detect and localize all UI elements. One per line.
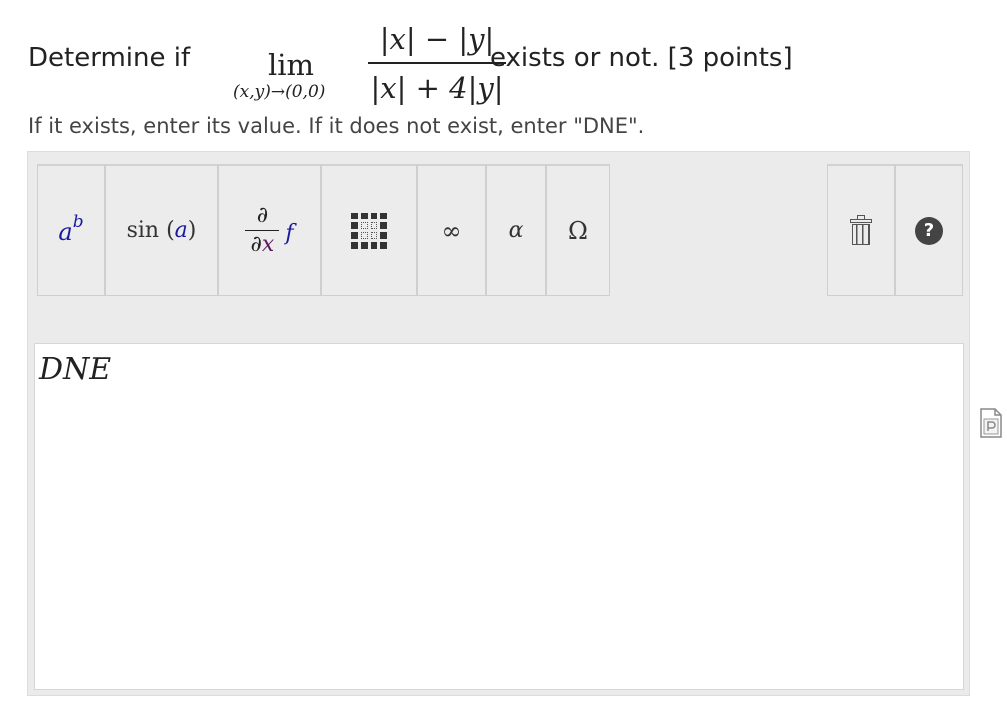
alpha-icon: α [508, 218, 524, 243]
sine-icon: sin (a) [126, 218, 197, 243]
question-lead: Determine if [28, 43, 191, 73]
answer-value: DNE [39, 352, 112, 387]
fraction-numerator: |x| − |y| [379, 22, 495, 56]
fraction-bar [368, 62, 506, 64]
greek-uppercase-button[interactable]: Ω [546, 164, 610, 296]
infinity-icon: ∞ [441, 216, 462, 245]
power-button[interactable]: ab [37, 164, 105, 296]
limit-fraction: |x| − |y| |x| + 4|y| [368, 18, 506, 108]
fraction-denominator: |x| + 4|y| [370, 71, 504, 105]
matrix-button[interactable] [321, 164, 417, 296]
function-button[interactable]: sin (a) [105, 164, 218, 296]
partial-derivative-icon: ∂ ∂x f [245, 204, 294, 257]
question-trailing: exists or not. [3 points] [490, 43, 793, 73]
instruction-text: If it exists, enter its value. If it doe… [28, 114, 645, 138]
math-editor: ab sin (a) ∂ ∂x f ∞ α Ω ? DNE [27, 151, 970, 696]
power-icon: ab [58, 211, 84, 246]
question-prompt: Determine if lim (x,y)→(0,0) |x| − |y| |… [28, 10, 928, 110]
answer-input[interactable]: DNE [34, 343, 964, 690]
infinity-button[interactable]: ∞ [417, 164, 486, 296]
trash-icon [850, 214, 872, 245]
limit-operator: lim [268, 48, 315, 82]
matrix-icon [351, 212, 387, 249]
document-icon[interactable] [980, 408, 1002, 438]
help-icon: ? [915, 216, 943, 245]
clear-button[interactable] [827, 164, 895, 296]
limit-subscript: (x,y)→(0,0) [233, 82, 326, 102]
greek-lowercase-button[interactable]: α [486, 164, 546, 296]
help-button[interactable]: ? [895, 164, 963, 296]
omega-icon: Ω [568, 216, 588, 245]
derivative-button[interactable]: ∂ ∂x f [218, 164, 321, 296]
